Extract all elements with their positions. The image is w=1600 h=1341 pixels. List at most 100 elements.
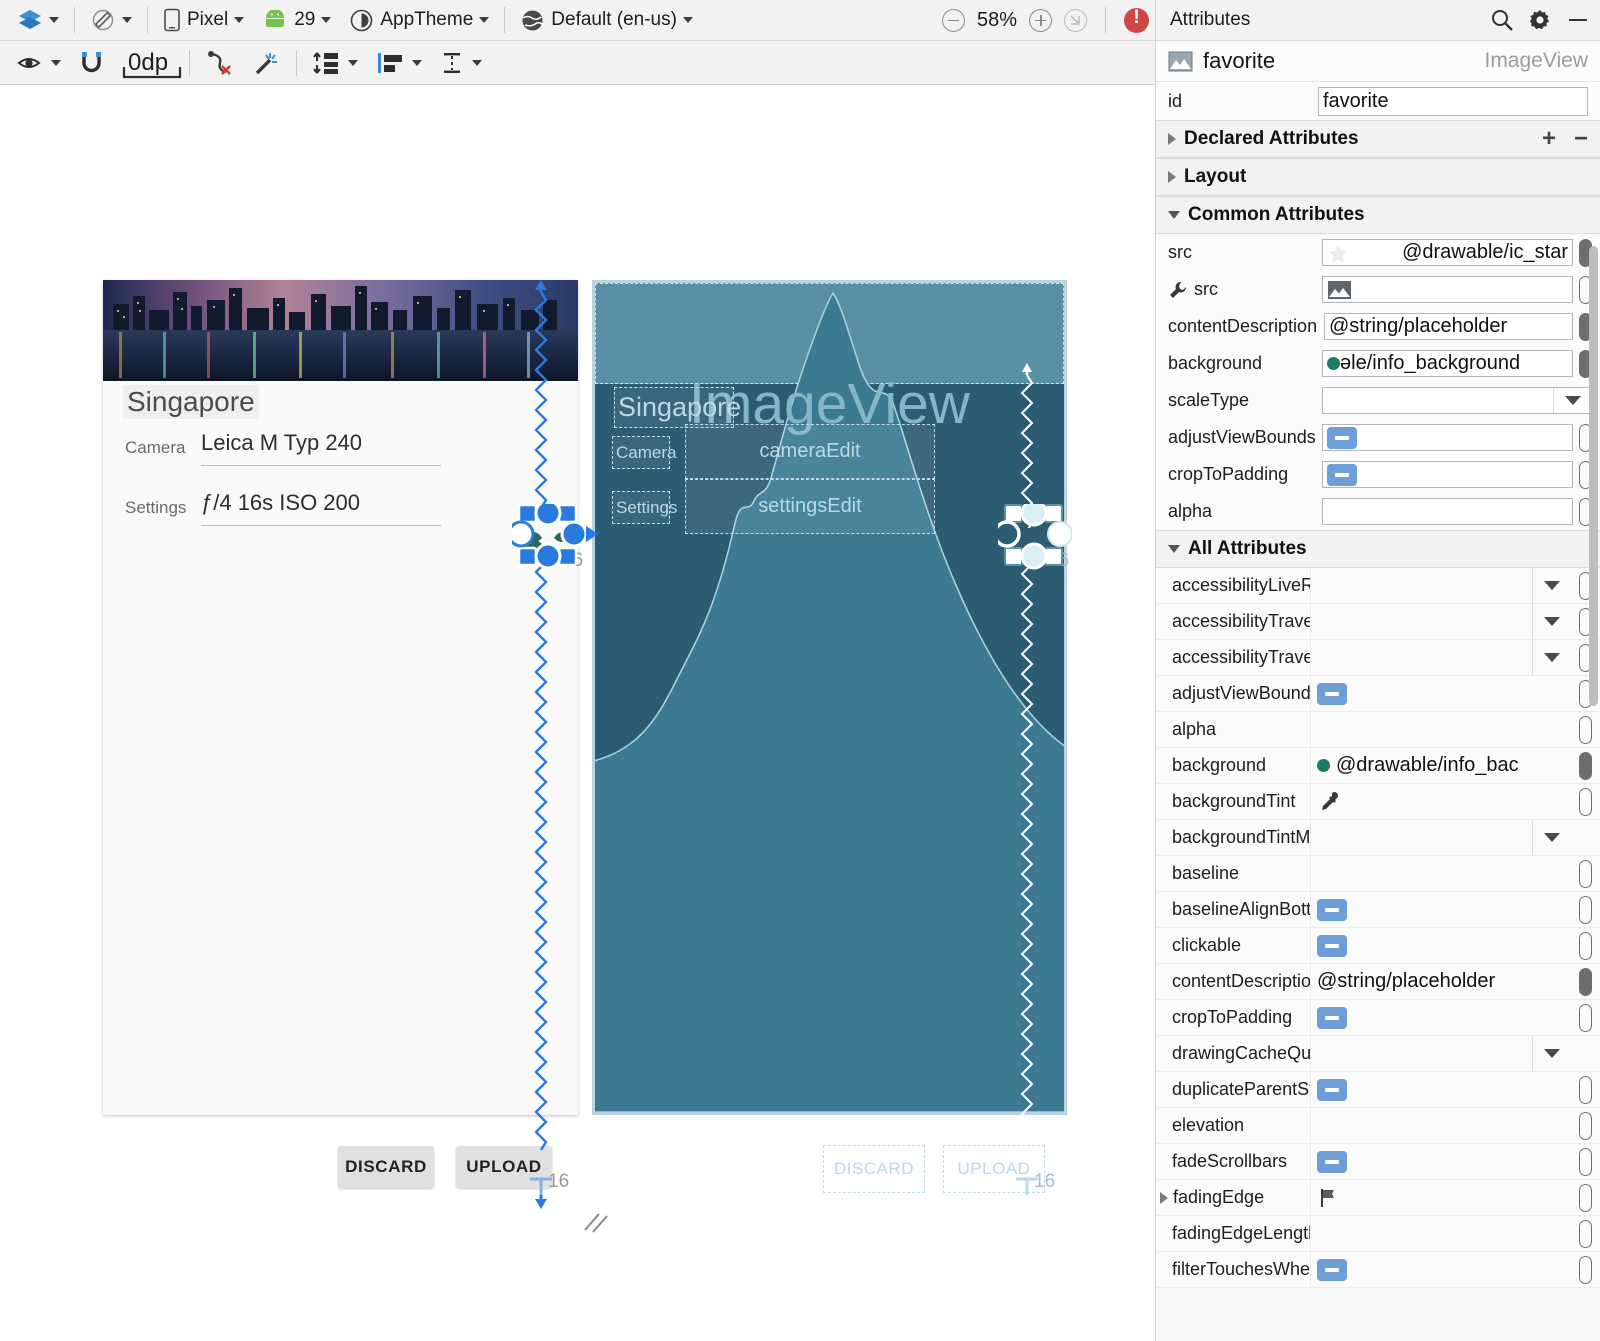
attr-value-cell[interactable] — [1311, 1144, 1570, 1179]
attr-value-cell[interactable] — [1311, 568, 1570, 603]
table-row[interactable]: fadingEdgeLength — [1156, 1216, 1600, 1252]
table-row[interactable]: alpha — [1156, 712, 1600, 748]
attr-pill[interactable] — [1579, 860, 1592, 888]
attr-value-background[interactable]: ǝle/info_background — [1322, 350, 1573, 377]
zoom-in-icon[interactable] — [1029, 9, 1052, 32]
attr-value-cell[interactable]: @drawable/info_bac — [1311, 748, 1570, 783]
default-margin-button[interactable]: 0dp — [113, 48, 183, 78]
zoom-fit-icon[interactable] — [1064, 9, 1087, 32]
attr-value-tools-src[interactable] — [1322, 276, 1573, 303]
table-row[interactable]: cropToPadding — [1156, 1000, 1600, 1036]
scaletype-dropdown-button[interactable] — [1553, 388, 1591, 413]
pack-button[interactable] — [303, 48, 367, 78]
chevron-right-icon[interactable] — [1160, 1192, 1168, 1204]
table-row[interactable]: baseline — [1156, 856, 1600, 892]
attr-pill[interactable] — [1579, 932, 1592, 960]
attr-pill[interactable] — [1579, 752, 1592, 780]
orientation-selector[interactable] — [81, 5, 141, 35]
autoconnect-button[interactable] — [70, 48, 113, 78]
selection-handles-design[interactable] — [512, 504, 584, 576]
design-canvas[interactable]: Singapore Camera Leica M Typ 240 Setting… — [0, 86, 1155, 1341]
table-row[interactable]: clickable — [1156, 928, 1600, 964]
add-attribute-button[interactable]: + — [1542, 127, 1556, 151]
theme-selector[interactable]: AppTheme — [340, 5, 498, 35]
tristate-checkbox[interactable] — [1317, 683, 1347, 705]
blueprint-camera-edit[interactable]: cameraEdit — [685, 424, 935, 479]
attr-pill[interactable] — [1579, 1220, 1592, 1248]
attr-value-cell[interactable] — [1311, 1036, 1570, 1071]
attr-value-cell[interactable] — [1311, 784, 1570, 819]
attr-value-croptopadding[interactable] — [1322, 461, 1573, 488]
attr-value-cell[interactable] — [1311, 1072, 1570, 1107]
dropdown-button[interactable] — [1532, 820, 1570, 855]
table-row[interactable]: background@drawable/info_bac — [1156, 748, 1600, 784]
infer-constraints-button[interactable] — [244, 48, 290, 78]
search-icon[interactable] — [1490, 8, 1514, 32]
attr-value-cell[interactable] — [1311, 640, 1570, 675]
attr-pill[interactable] — [1579, 1148, 1592, 1176]
table-row[interactable]: accessibilityLiveR — [1156, 568, 1600, 604]
blueprint-surface-preview[interactable]: ImageView Singapore Camera cameraEdit Se… — [592, 280, 1067, 1115]
tristate-checkbox[interactable] — [1327, 464, 1357, 486]
gear-icon[interactable] — [1528, 8, 1552, 32]
view-options-button[interactable] — [8, 48, 70, 78]
attr-value-cell[interactable] — [1311, 1108, 1570, 1143]
attr-value-cell[interactable] — [1311, 604, 1570, 639]
attr-pill[interactable] — [1579, 896, 1592, 924]
blueprint-settings-edit[interactable]: settingsEdit — [685, 479, 935, 534]
attr-value-scaletype[interactable] — [1322, 387, 1592, 414]
align-button[interactable] — [367, 48, 431, 78]
table-row[interactable]: adjustViewBounds — [1156, 676, 1600, 712]
resize-handle-blueprint[interactable] — [583, 1208, 613, 1234]
attr-value-cell[interactable] — [1311, 712, 1570, 747]
tristate-checkbox[interactable] — [1317, 935, 1347, 957]
device-selector[interactable]: Pixel — [154, 5, 253, 35]
tristate-checkbox[interactable] — [1317, 1259, 1347, 1281]
design-mode-selector[interactable] — [8, 5, 68, 35]
attr-pill[interactable] — [1579, 788, 1592, 816]
attr-pill[interactable] — [1579, 1112, 1592, 1140]
dropdown-button[interactable] — [1532, 568, 1570, 603]
blueprint-title[interactable]: Singapore — [614, 387, 734, 428]
minimize-icon[interactable] — [1566, 8, 1590, 32]
attr-value-cell[interactable] — [1311, 1000, 1570, 1035]
table-row[interactable]: baselineAlignBott — [1156, 892, 1600, 928]
table-row[interactable]: accessibilityTrave — [1156, 640, 1600, 676]
attr-pill[interactable] — [1579, 968, 1592, 996]
blueprint-discard-button[interactable]: DISCARD — [823, 1145, 925, 1193]
eyedropper-icon[interactable] — [1317, 791, 1339, 813]
section-common-attributes[interactable]: Common Attributes — [1156, 196, 1600, 234]
blueprint-row-camera-label[interactable]: Camera — [612, 436, 670, 469]
table-row[interactable]: elevation — [1156, 1108, 1600, 1144]
attr-value-cell[interactable] — [1311, 1180, 1570, 1215]
attr-value-cell[interactable]: @string/placeholder — [1311, 964, 1570, 999]
tristate-checkbox[interactable] — [1317, 1151, 1347, 1173]
section-all-attributes[interactable]: All Attributes — [1156, 530, 1600, 568]
table-row[interactable]: backgroundTint — [1156, 784, 1600, 820]
preview-discard-button[interactable]: DISCARD — [338, 1146, 434, 1188]
design-surface-preview[interactable]: Singapore Camera Leica M Typ 240 Setting… — [103, 280, 578, 1115]
tristate-checkbox[interactable] — [1317, 1079, 1347, 1101]
attr-value-cell[interactable] — [1311, 820, 1570, 855]
attr-value-cell[interactable] — [1311, 1216, 1570, 1251]
clear-constraints-button[interactable] — [196, 48, 244, 78]
table-row[interactable]: fadingEdge — [1156, 1180, 1600, 1216]
tristate-checkbox[interactable] — [1327, 427, 1357, 449]
attr-value-alpha[interactable] — [1322, 498, 1573, 525]
attr-value-cell[interactable] — [1311, 892, 1570, 927]
table-row[interactable]: drawingCacheQua — [1156, 1036, 1600, 1072]
blueprint-imageview[interactable] — [595, 283, 1064, 384]
table-row[interactable]: duplicateParentSt — [1156, 1072, 1600, 1108]
blueprint-row-settings-label[interactable]: Settings — [612, 491, 670, 524]
flag-icon[interactable] — [1317, 1187, 1339, 1209]
dropdown-button[interactable] — [1532, 604, 1570, 639]
attr-value-cell[interactable] — [1311, 1252, 1570, 1287]
attr-value-cell[interactable] — [1311, 928, 1570, 963]
attr-pill[interactable] — [1579, 1184, 1592, 1212]
dropdown-button[interactable] — [1532, 640, 1570, 675]
attr-pill[interactable] — [1579, 716, 1592, 744]
table-row[interactable]: contentDescriptio@string/placeholder — [1156, 964, 1600, 1000]
table-row[interactable]: fadeScrollbars — [1156, 1144, 1600, 1180]
attr-value-adjustviewbounds[interactable] — [1322, 424, 1573, 451]
table-row[interactable]: accessibilityTrave — [1156, 604, 1600, 640]
